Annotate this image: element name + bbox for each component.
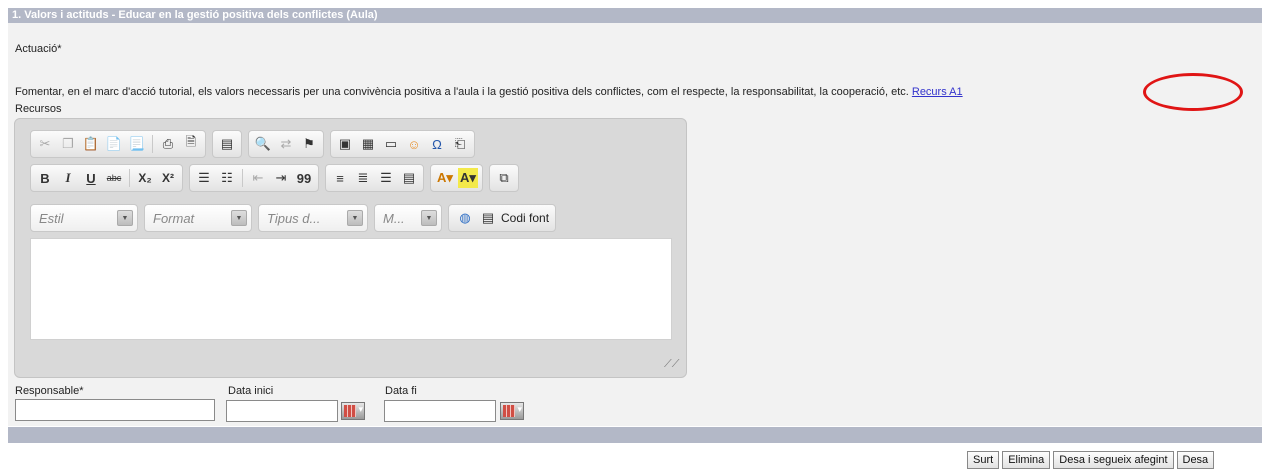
table-icon[interactable]: ▦: [358, 134, 378, 154]
source-icon[interactable]: ▤: [478, 208, 498, 228]
actuacio-text: Fomentar, en el marc d'acció tutorial, e…: [15, 86, 963, 98]
style-combo[interactable]: Estil ▼: [30, 204, 138, 232]
copy-icon[interactable]: ❐: [58, 134, 78, 154]
template-icon[interactable]: ▤: [217, 134, 237, 154]
toolbar-separator: [152, 135, 153, 153]
align-justify-icon[interactable]: ▤: [399, 168, 419, 188]
highlight-circle: [1143, 73, 1243, 111]
resize-handle-icon[interactable]: ⟋⟋: [664, 358, 679, 371]
clipboard-group: ✂ ❐ 📋 📄 📃 ⎙ 🗎: [30, 130, 206, 158]
color-group: A▾ A▾: [430, 164, 483, 192]
source-group: ◍ ▤ Codi font: [448, 204, 557, 232]
recursos-label: Recursos: [15, 103, 62, 115]
template-group: ▤: [212, 130, 242, 158]
superscript-button[interactable]: X²: [158, 168, 178, 188]
align-left-icon[interactable]: ≡: [330, 168, 350, 188]
data-fi-input[interactable]: [384, 400, 496, 422]
anchor-icon[interactable]: ⚑: [299, 134, 319, 154]
editor-toolbar-row-2: B I U abc X₂ X² ☰ ☷ ⇤ ⇥ 99 ≡ ≣ ☰ ▤ A▾ A▾…: [30, 164, 519, 192]
desa-segueix-button[interactable]: Desa i segueix afegint: [1053, 451, 1174, 469]
editor-toolbar-row-1: ✂ ❐ 📋 📄 📃 ⎙ 🗎 ▤ 🔍 ⇄ ⚑ ▣ ▦ ▭ ☺ Ω ⎗: [30, 130, 475, 158]
special-char-icon[interactable]: Ω: [427, 134, 447, 154]
calendar-icon[interactable]: [341, 402, 365, 420]
background-color-icon[interactable]: A▾: [458, 168, 478, 188]
smiley-icon[interactable]: ☺: [404, 134, 424, 154]
indent-icon[interactable]: ⇥: [271, 168, 291, 188]
surt-button[interactable]: Surt: [967, 451, 1000, 469]
underline-button[interactable]: U: [81, 168, 101, 188]
desa-button[interactable]: Desa: [1176, 451, 1215, 469]
toolbar-separator: [242, 169, 243, 187]
numbered-list-icon[interactable]: ☰: [194, 168, 214, 188]
data-inici-label: Data inici: [228, 385, 274, 397]
insert-group: ▣ ▦ ▭ ☺ Ω ⎗: [330, 130, 475, 158]
format-combo-label: Format: [153, 210, 195, 226]
actuacio-label: Actuació*: [15, 43, 62, 55]
paste-word-icon[interactable]: 📃: [127, 134, 147, 154]
text-color-icon[interactable]: A▾: [435, 168, 455, 188]
blockquote-button[interactable]: 99: [294, 168, 314, 188]
strike-button[interactable]: abc: [104, 168, 124, 188]
find-group: 🔍 ⇄ ⚑: [248, 130, 324, 158]
preview-icon[interactable]: 🗎: [181, 134, 201, 154]
paste-icon[interactable]: 📋: [81, 134, 101, 154]
print-icon[interactable]: ⎙: [158, 134, 178, 154]
size-combo-label: M...: [383, 210, 405, 226]
section-title: 1. Valors i actituds - Educar en la gest…: [8, 8, 1262, 23]
align-group: ≡ ≣ ☰ ▤: [325, 164, 424, 192]
basic-style-group: B I U abc X₂ X²: [30, 164, 183, 192]
editor-content-area[interactable]: [30, 238, 672, 340]
list-group: ☰ ☷ ⇤ ⇥ 99: [189, 164, 319, 192]
image-icon[interactable]: ▣: [335, 134, 355, 154]
globe-icon[interactable]: ◍: [455, 208, 475, 228]
align-right-icon[interactable]: ☰: [376, 168, 396, 188]
align-center-icon[interactable]: ≣: [353, 168, 373, 188]
paste-text-icon[interactable]: 📄: [104, 134, 124, 154]
chevron-down-icon: ▼: [231, 210, 247, 226]
elimina-button[interactable]: Elimina: [1002, 451, 1051, 469]
responsable-input[interactable]: [15, 399, 215, 421]
find-icon[interactable]: 🔍: [253, 134, 273, 154]
data-fi-label: Data fi: [385, 385, 417, 397]
italic-button[interactable]: I: [58, 168, 78, 188]
footer-bar: [8, 427, 1262, 443]
page-break-icon[interactable]: ⎗: [450, 134, 470, 154]
action-buttons: Surt Elimina Desa i segueix afegint Desa: [967, 451, 1215, 469]
responsable-label: Responsable*: [15, 385, 84, 397]
maximize-group: ⧉: [489, 164, 519, 192]
replace-icon[interactable]: ⇄: [276, 134, 296, 154]
calendar-icon[interactable]: [500, 402, 524, 420]
horizontal-rule-icon[interactable]: ▭: [381, 134, 401, 154]
chevron-down-icon: ▼: [347, 210, 363, 226]
font-combo[interactable]: Tipus d... ▼: [258, 204, 368, 232]
subscript-button[interactable]: X₂: [135, 168, 155, 188]
recurs-a1-link[interactable]: Recurs A1: [912, 86, 963, 98]
toolbar-separator: [129, 169, 130, 187]
style-combo-label: Estil: [39, 210, 64, 226]
format-combo[interactable]: Format ▼: [144, 204, 252, 232]
bold-button[interactable]: B: [35, 168, 55, 188]
source-button-label[interactable]: Codi font: [501, 211, 549, 225]
chevron-down-icon: ▼: [117, 210, 133, 226]
outdent-icon[interactable]: ⇤: [248, 168, 268, 188]
bulleted-list-icon[interactable]: ☷: [217, 168, 237, 188]
editor-toolbar-row-3: Estil ▼ Format ▼ Tipus d... ▼ M... ▼ ◍ ▤…: [30, 204, 557, 232]
data-inici-input[interactable]: [226, 400, 338, 422]
actuacio-description: Fomentar, en el marc d'acció tutorial, e…: [15, 86, 909, 98]
size-combo[interactable]: M... ▼: [374, 204, 442, 232]
cut-icon[interactable]: ✂: [35, 134, 55, 154]
chevron-down-icon: ▼: [421, 210, 437, 226]
font-combo-label: Tipus d...: [267, 210, 321, 226]
maximize-icon[interactable]: ⧉: [494, 168, 514, 188]
